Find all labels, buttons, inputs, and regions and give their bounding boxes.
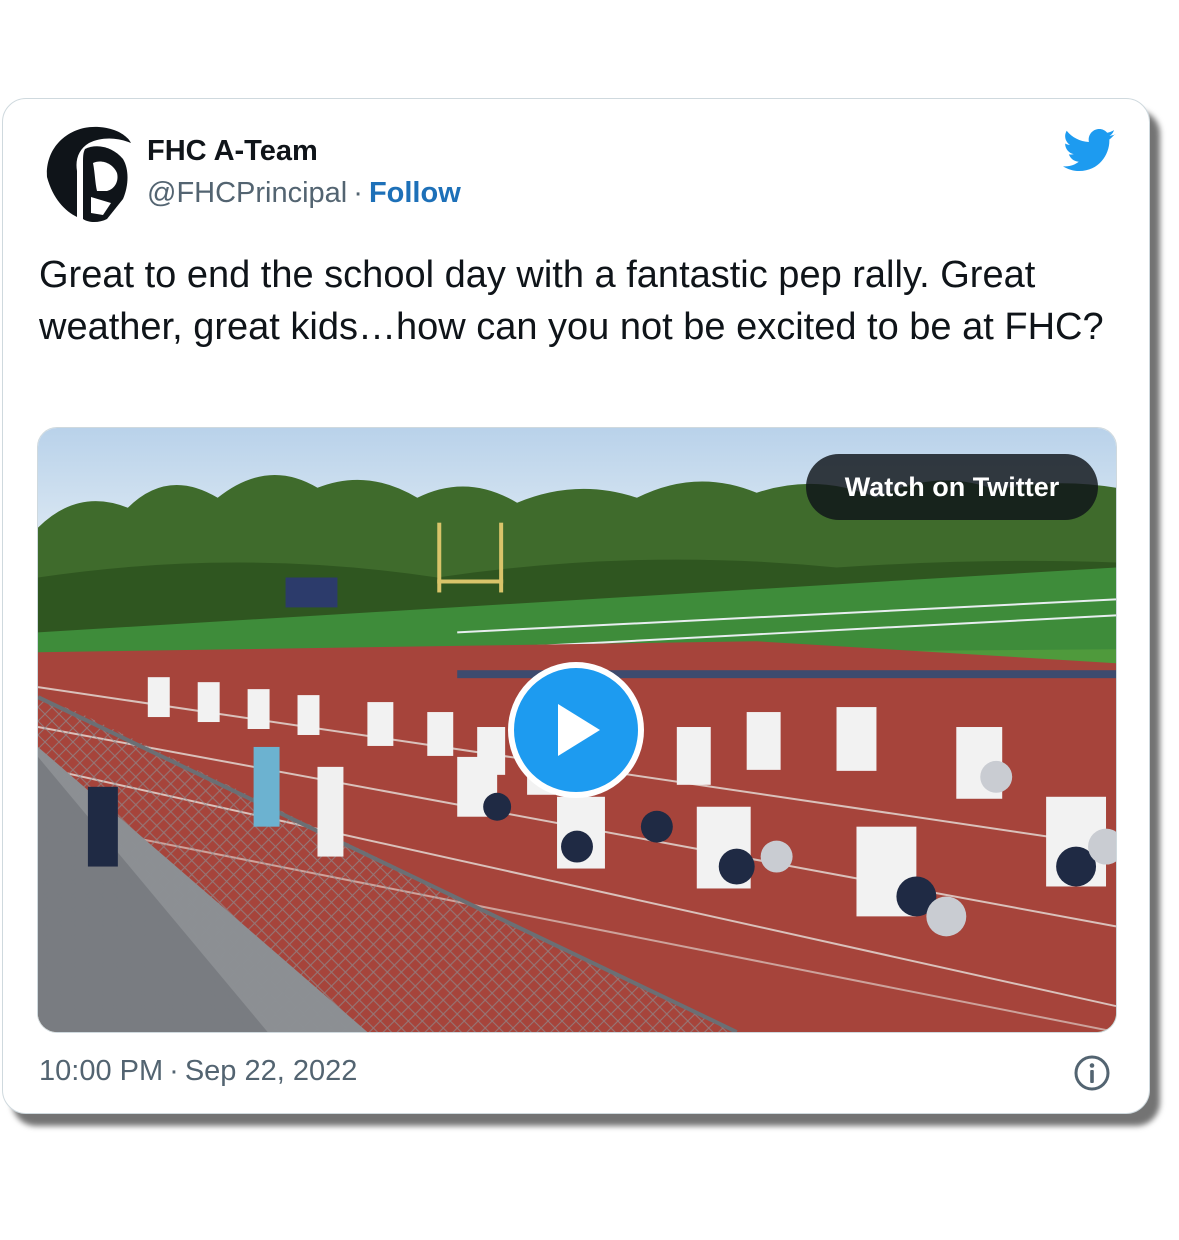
play-icon [558,704,600,756]
tweet-card: FHC A-Team @FHCPrincipal · Follow Great to… [2,98,1150,1114]
twitter-bird-icon[interactable] [1063,129,1117,173]
tweet-text: Great to end the school day with a fanta… [39,254,1104,348]
handle-separator: · [353,177,363,209]
follow-link[interactable]: Follow [369,177,461,209]
video-player[interactable]: Watch on Twitter [37,427,1117,1033]
author-name[interactable]: FHC A-Team [147,135,318,168]
play-button[interactable] [508,662,644,798]
tweet-timestamp[interactable]: 10:00 PM · Sep 22, 2022 [39,1055,357,1088]
timestamp-separator: · [169,1055,179,1087]
author-handle-line: @FHCPrincipal · Follow [147,177,461,210]
info-icon[interactable] [1073,1054,1111,1092]
spartan-helmet-logo-icon[interactable] [37,119,133,227]
tweet-date: Sep 22, 2022 [184,1055,358,1087]
tweet-time: 10:00 PM [39,1055,164,1087]
watch-on-twitter-button[interactable]: Watch on Twitter [806,454,1098,520]
author-handle[interactable]: @FHCPrincipal [147,177,347,209]
